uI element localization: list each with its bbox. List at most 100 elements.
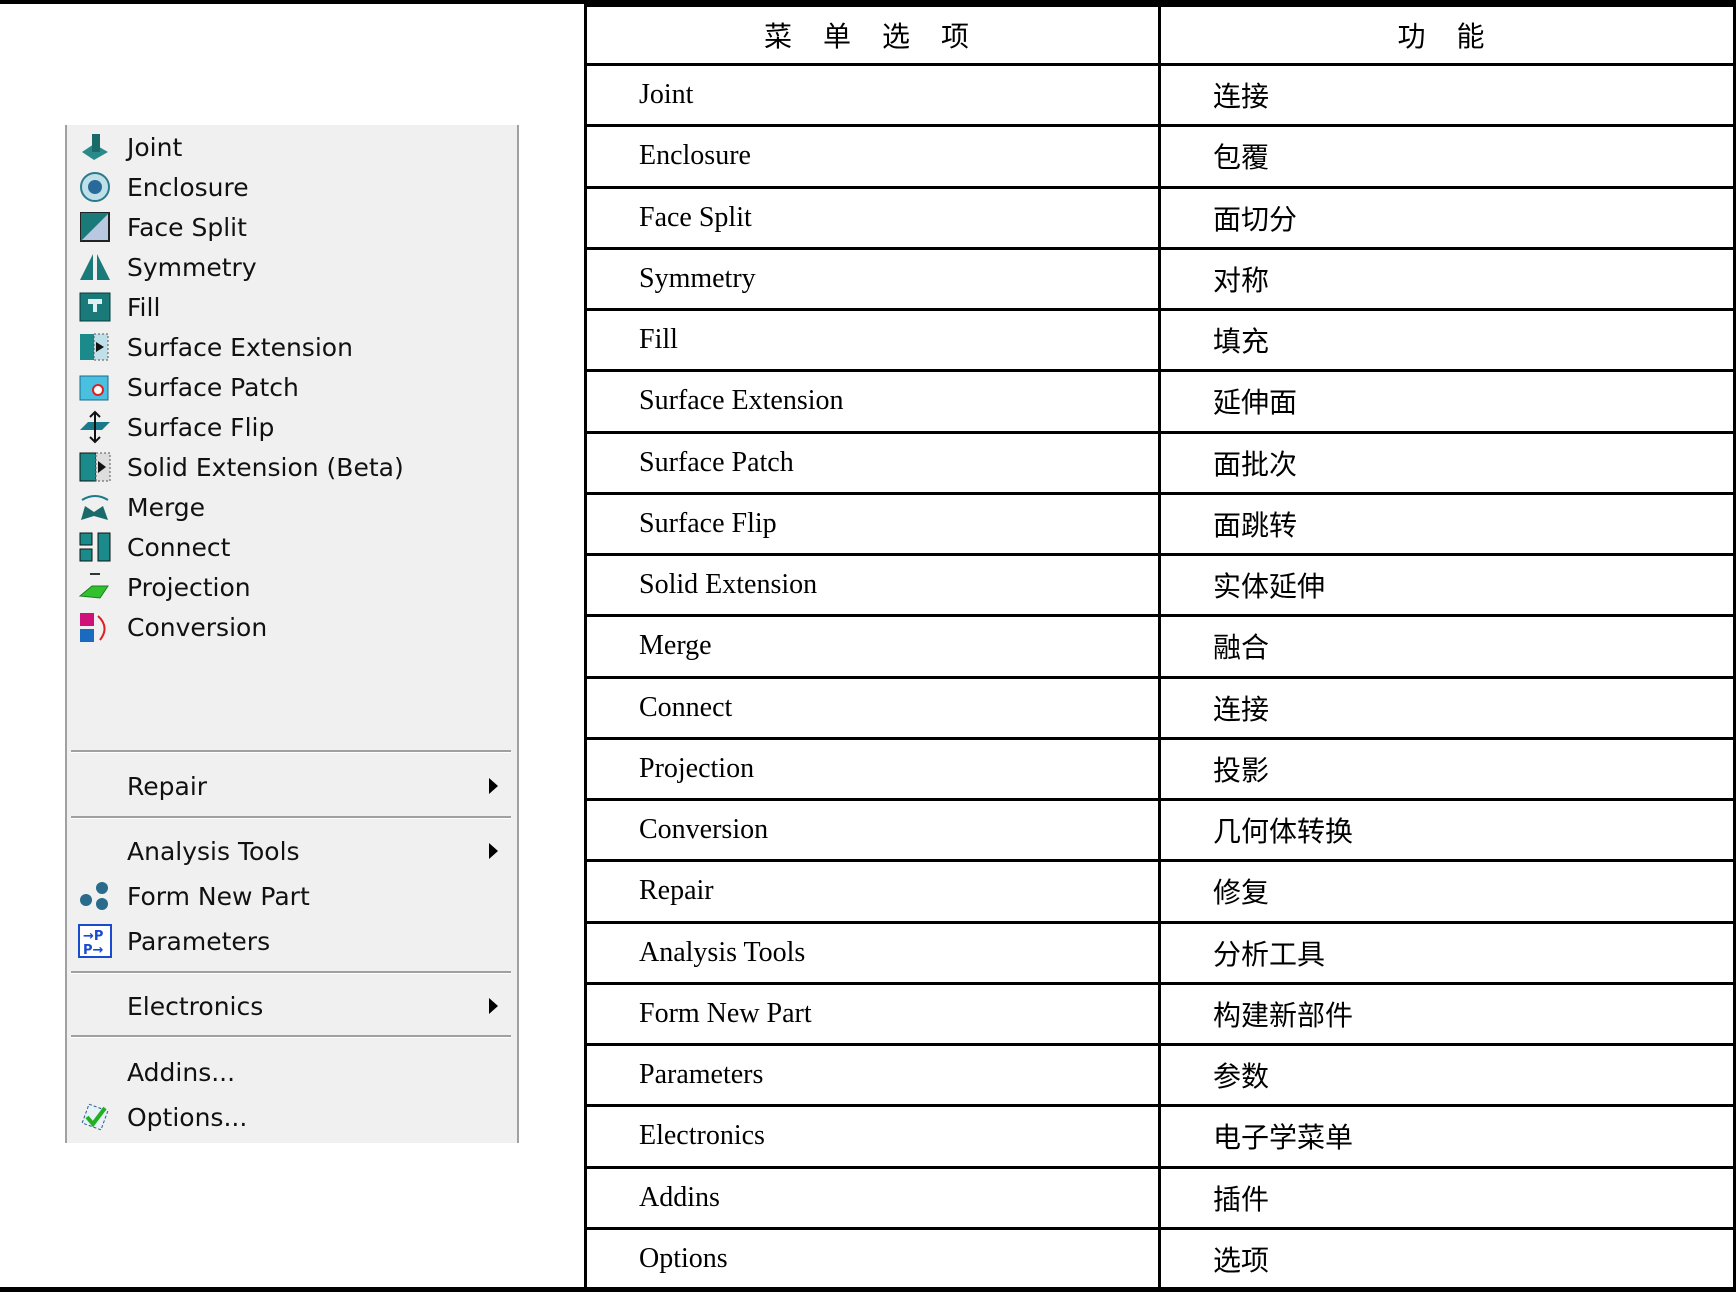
- function-cell: 投影: [1158, 736, 1736, 802]
- menu-option-cell: Face Split: [583, 185, 1162, 250]
- menu-item-merge[interactable]: Merge: [67, 487, 517, 527]
- function-cell: 修复: [1158, 859, 1736, 924]
- table-row: Addins 插件: [583, 1165, 1736, 1230]
- symmetry-icon: [75, 249, 115, 285]
- conversion-icon: [75, 609, 115, 645]
- submenu-arrow-icon: [489, 778, 498, 794]
- menu-option-cell: Solid Extension: [583, 552, 1162, 618]
- menu-option-cell: Merge: [583, 614, 1162, 679]
- function-cell: 插件: [1158, 1165, 1736, 1230]
- function-cell: 连接: [1158, 62, 1736, 128]
- function-cell: 面跳转: [1158, 491, 1736, 557]
- menu-item-joint[interactable]: Joint: [67, 127, 517, 167]
- menu-item-symmetry[interactable]: Symmetry: [67, 247, 517, 287]
- table-row: Electronics 电子学菜单: [583, 1104, 1736, 1169]
- header-menu-option: 菜 单 选 项: [583, 4, 1162, 66]
- menu-item-enclosure[interactable]: Enclosure: [67, 167, 517, 207]
- menu-option-cell: Surface Patch: [583, 430, 1162, 495]
- joint-icon: [75, 129, 115, 165]
- table-row: Solid Extension 实体延伸: [583, 552, 1736, 618]
- function-cell: 选项: [1158, 1226, 1736, 1292]
- surface-extension-icon: [75, 329, 115, 365]
- menu-item-label: Surface Flip: [127, 412, 275, 442]
- header-function: 功 能: [1158, 4, 1736, 66]
- menu-option-cell: Enclosure: [583, 124, 1162, 189]
- menu-item-fill[interactable]: Fill: [67, 287, 517, 327]
- menu-item-analysis-tools[interactable]: Analysis Tools: [67, 831, 517, 871]
- menu-item-label: Solid Extension (Beta): [127, 452, 404, 482]
- parameters-icon: →P P→: [75, 923, 115, 959]
- function-cell: 几何体转换: [1158, 797, 1736, 863]
- menu-option-cell: Symmetry: [583, 246, 1162, 312]
- menu-item-surface-patch[interactable]: Surface Patch: [67, 367, 517, 407]
- svg-text:P→: P→: [83, 943, 104, 958]
- function-cell: 融合: [1158, 614, 1736, 679]
- menu-item-options[interactable]: Options...: [67, 1097, 517, 1137]
- menu-item-repair[interactable]: Repair: [67, 766, 517, 806]
- table-row: Joint 连接: [583, 62, 1736, 128]
- table-row: Analysis Tools 分析工具: [583, 920, 1736, 985]
- options-check-icon: [75, 1099, 115, 1135]
- bottom-border: [0, 1287, 1736, 1292]
- menu-item-surface-extension[interactable]: Surface Extension: [67, 327, 517, 367]
- menu-item-label: Surface Patch: [127, 372, 299, 402]
- table-row: Fill 填充: [583, 307, 1736, 373]
- menu-option-cell: Electronics: [583, 1104, 1162, 1169]
- function-cell: 分析工具: [1158, 920, 1736, 985]
- menu-item-label: Electronics: [127, 991, 264, 1021]
- table-row: Face Split 面切分: [583, 185, 1736, 250]
- menu-item-conversion[interactable]: Conversion: [67, 607, 517, 647]
- menu-item-solid-extension-beta[interactable]: Solid Extension (Beta): [67, 447, 517, 487]
- table-row: Connect 连接: [583, 675, 1736, 740]
- menu-item-label: Form New Part: [127, 881, 310, 911]
- table-row: Enclosure 包覆: [583, 124, 1736, 189]
- menu-item-label: Conversion: [127, 612, 268, 642]
- table-row: Surface Flip 面跳转: [583, 491, 1736, 557]
- menu-item-electronics[interactable]: Electronics: [67, 986, 517, 1026]
- menu-option-cell: Surface Extension: [583, 369, 1162, 434]
- table-row: Options 选项: [583, 1226, 1736, 1292]
- menu-item-label: Repair: [127, 771, 208, 801]
- menu-function-table: 菜 单 选 项 功 能 Joint 连接 Enclosure 包覆 Face Split…: [583, 4, 1736, 1292]
- menu-option-cell: Analysis Tools: [583, 920, 1162, 985]
- surface-patch-icon: [75, 369, 115, 405]
- function-cell: 填充: [1158, 307, 1736, 373]
- table-row: Repair 修复: [583, 859, 1736, 924]
- menu-item-parameters[interactable]: →P P→ Parameters: [67, 921, 517, 961]
- table-row: Surface Extension 延伸面: [583, 369, 1736, 434]
- function-cell: 连接: [1158, 675, 1736, 740]
- menu-item-label: Parameters: [127, 926, 271, 956]
- function-cell: 参数: [1158, 1042, 1736, 1108]
- menu-item-label: Addins...: [127, 1057, 236, 1087]
- menu-item-label: Face Split: [127, 212, 247, 242]
- menu-item-projection[interactable]: Projection: [67, 567, 517, 607]
- menu-option-cell: Options: [583, 1226, 1162, 1292]
- menu-item-label: Fill: [127, 292, 161, 322]
- menu-item-label: Connect: [127, 532, 231, 562]
- menu-item-label: Options...: [127, 1102, 248, 1132]
- menu-separator: [71, 971, 511, 974]
- menu-item-face-split[interactable]: Face Split: [67, 207, 517, 247]
- menu-item-surface-flip[interactable]: Surface Flip: [67, 407, 517, 447]
- menu-item-connect[interactable]: Connect: [67, 527, 517, 567]
- menu-separator: [71, 750, 511, 753]
- enclosure-icon: [75, 169, 115, 205]
- menu-item-label: Enclosure: [127, 172, 249, 202]
- function-cell: 延伸面: [1158, 369, 1736, 434]
- menu-option-cell: Parameters: [583, 1042, 1162, 1108]
- menu-item-addins[interactable]: Addins...: [67, 1052, 517, 1092]
- submenu-arrow-icon: [489, 843, 498, 859]
- function-cell: 面批次: [1158, 430, 1736, 495]
- function-cell: 面切分: [1158, 185, 1736, 250]
- menu-item-label: Projection: [127, 572, 251, 602]
- menu-option-cell: Addins: [583, 1165, 1162, 1230]
- menu-item-label: Joint: [127, 132, 183, 162]
- menu-item-label: Analysis Tools: [127, 836, 300, 866]
- menu-item-form-new-part[interactable]: Form New Part: [67, 876, 517, 916]
- menu-item-label: Merge: [127, 492, 206, 522]
- menu-separator: [71, 816, 511, 819]
- table-row: Surface Patch 面批次: [583, 430, 1736, 495]
- function-cell: 电子学菜单: [1158, 1104, 1736, 1169]
- table-row: Parameters 参数: [583, 1042, 1736, 1108]
- function-cell: 包覆: [1158, 124, 1736, 189]
